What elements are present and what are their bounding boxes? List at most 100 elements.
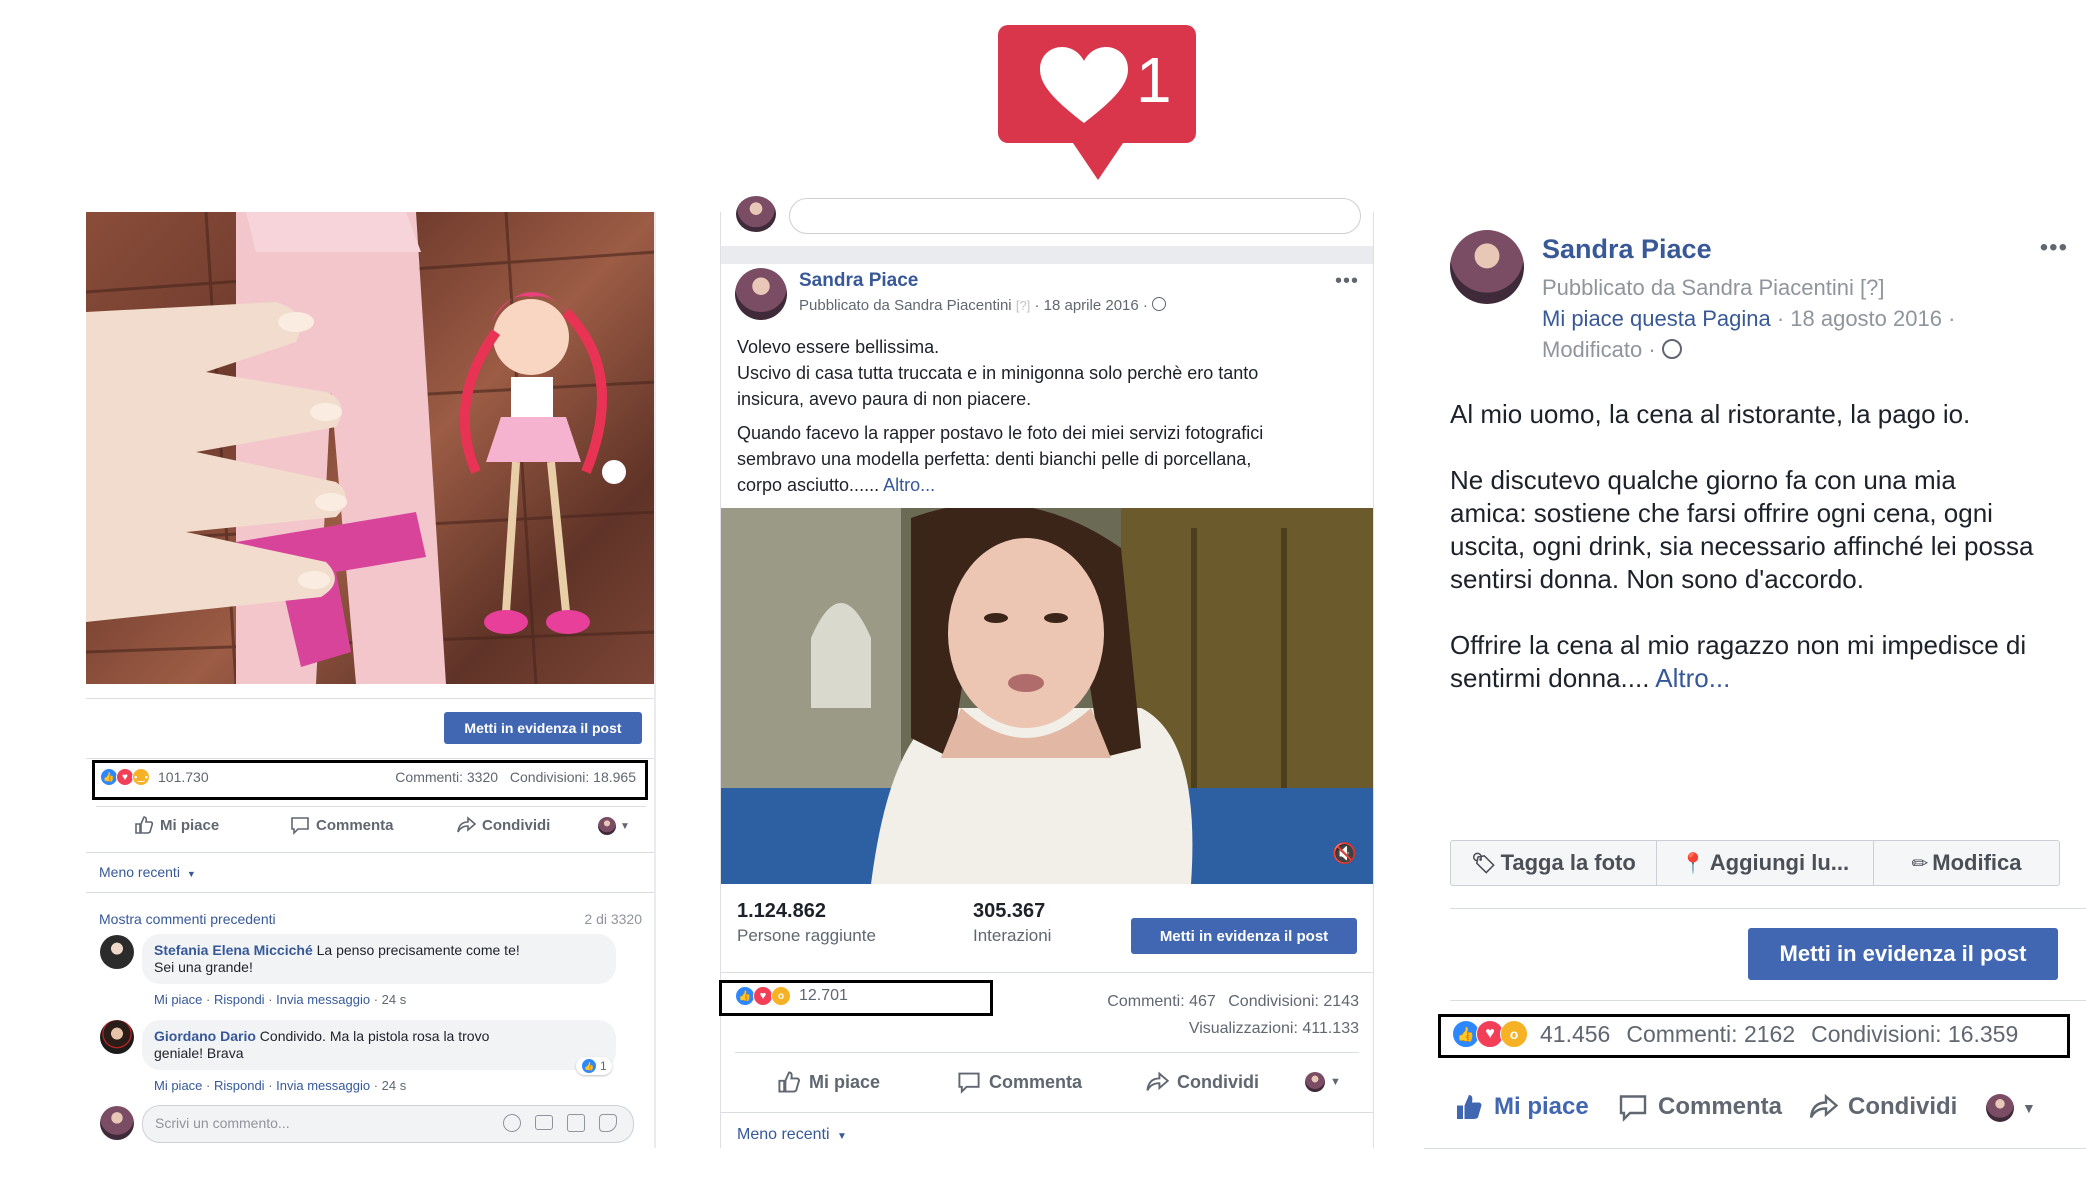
previous-comment-input[interactable]: [789, 198, 1361, 234]
show-previous-comments[interactable]: Mostra commenti precedenti: [99, 911, 276, 927]
post-text-line: Ne discutevo qualche giorno fa con una m…: [1450, 465, 1956, 495]
shares-count[interactable]: Condivisioni: 16.359: [1811, 1021, 2018, 1048]
avatar: [736, 196, 776, 232]
post-text-line: Quando facevo la rapper postavo le foto …: [737, 423, 1264, 443]
comments-count[interactable]: Commenti: 3320: [395, 769, 498, 785]
comment-message-link[interactable]: Invia messaggio: [276, 1078, 370, 1093]
comment-reply-link[interactable]: Rispondi: [214, 1078, 265, 1093]
comment-action-button[interactable]: Commenta: [290, 815, 394, 835]
audience-selector[interactable]: ▼: [1986, 1094, 2036, 1122]
see-more-link[interactable]: Altro...: [883, 475, 935, 495]
tag-photo-button[interactable]: 🏷 Tagga la foto: [1451, 841, 1657, 885]
post-author[interactable]: Sandra Piace: [1542, 234, 1712, 265]
post-card-1: Metti in evidenza il post 👍 ♥ •‿• 101.73…: [86, 212, 656, 1148]
post-text-line: amica: sostiene che farsi offrire ogni c…: [1450, 498, 1993, 528]
audience-selector[interactable]: ▼: [598, 817, 630, 835]
heart-icon: [1040, 47, 1128, 123]
notification-count: 1: [1136, 44, 1172, 116]
published-by[interactable]: Pubblicato da Sandra Piacentini: [799, 297, 1012, 314]
comment-message-link[interactable]: Invia messaggio: [276, 992, 370, 1007]
published-by[interactable]: Pubblicato da Sandra Piacentini: [1542, 275, 1854, 300]
camera-icon[interactable]: [535, 1115, 553, 1130]
mute-icon[interactable]: 🔇: [1332, 841, 1357, 866]
edited-label[interactable]: Modificato ·: [1542, 337, 1656, 362]
comment-like-badge[interactable]: 👍 1: [576, 1057, 612, 1075]
like-action-button[interactable]: Mi piace: [777, 1070, 880, 1094]
boost-post-button[interactable]: Metti in evidenza il post: [444, 712, 642, 744]
post-text-line: Offrire la cena al mio ragazzo non mi im…: [1450, 630, 2027, 660]
add-location-button[interactable]: 📍 Aggiungi lu...: [1657, 841, 1874, 885]
comment-label: Commenta: [1658, 1093, 1783, 1120]
share-action-button[interactable]: Condividi: [1145, 1070, 1259, 1094]
chevron-down-icon: ▼: [2022, 1100, 2036, 1116]
comment-like-link[interactable]: Mi piace: [154, 1078, 202, 1093]
share-icon: [457, 816, 476, 833]
post-date[interactable]: · 18 agosto 2016 ·: [1777, 306, 1956, 331]
comment-text: Giordano Dario Condivido. Ma la pistola …: [154, 1028, 594, 1062]
share-action-button[interactable]: Condividi: [456, 815, 550, 835]
comment-filter[interactable]: Meno recenti ▼: [99, 864, 196, 880]
comment-action-button[interactable]: Commenta: [1618, 1092, 1782, 1122]
reactions-count: 41.456: [1540, 1020, 1611, 1047]
avatar: [100, 1106, 134, 1140]
audience-selector[interactable]: ▼: [1305, 1072, 1341, 1092]
reactions-summary[interactable]: 👍 ♥ o 12.701: [735, 986, 848, 1006]
love-reaction-icon: ♥: [753, 986, 773, 1006]
comment-input[interactable]: Scrivi un commento...: [142, 1105, 634, 1143]
post-photo[interactable]: [86, 212, 656, 684]
filter-label: Meno recenti: [737, 1126, 830, 1143]
help-marker[interactable]: [?]: [1860, 275, 1884, 300]
location-label: Aggiungi lu...: [1709, 850, 1850, 875]
comments-count[interactable]: Commenti: 467: [1107, 993, 1216, 1010]
share-icon: [1146, 1071, 1169, 1091]
comment-line: La penso precisamente come te!: [316, 942, 520, 958]
like-action-button[interactable]: Mi piace: [134, 815, 219, 835]
comments-count[interactable]: Commenti: 2162: [1626, 1021, 1795, 1048]
sad-reaction-icon: •‿•: [132, 768, 150, 786]
reactions-summary[interactable]: 👍 ♥ •‿• 101.730: [100, 768, 209, 786]
commenter-avatar[interactable]: [100, 1020, 134, 1054]
post-date[interactable]: 18 aprile 2016: [1044, 297, 1139, 314]
post-card-2: Sandra Piace Pubblicato da Sandra Piacen…: [719, 196, 1374, 1148]
post-options-icon[interactable]: •••: [1335, 270, 1359, 293]
views-count[interactable]: Visualizzazioni: 411.133: [1189, 1020, 1359, 1037]
post-text-line: insicura, avevo paura di non piacere.: [737, 389, 1032, 409]
post-author[interactable]: Sandra Piace: [799, 270, 918, 292]
shares-count[interactable]: Condivisioni: 2143: [1228, 993, 1359, 1010]
post-text-line: sembravo una modella perfetta: denti bia…: [737, 449, 1252, 469]
post-text: Volevo essere bellissima. Uscivo di casa…: [737, 334, 1357, 498]
page-avatar[interactable]: [735, 268, 787, 320]
help-marker[interactable]: [?]: [1016, 298, 1030, 313]
page-avatar[interactable]: [1450, 230, 1524, 304]
thumbs-up-icon: [135, 816, 154, 834]
comment-author[interactable]: Giordano Dario: [154, 1028, 256, 1044]
globe-icon: [1661, 339, 1682, 359]
comment-line: geniale! Brava: [154, 1045, 244, 1061]
sticker-icon[interactable]: [599, 1114, 617, 1132]
comment-icon: [958, 1072, 980, 1094]
comment-reply-link[interactable]: Rispondi: [214, 992, 265, 1007]
shares-count[interactable]: Condivisioni: 18.965: [510, 769, 636, 785]
commenter-avatar[interactable]: [100, 935, 134, 969]
post-options-icon[interactable]: •••: [2040, 234, 2068, 262]
boost-post-button[interactable]: Metti in evidenza il post: [1748, 928, 2058, 980]
reactions-count: 12.701: [799, 987, 848, 1004]
comment-action-button[interactable]: Commenta: [957, 1070, 1082, 1094]
comment-like-link[interactable]: Mi piace: [154, 992, 202, 1007]
boost-post-button[interactable]: Metti in evidenza il post: [1131, 918, 1357, 954]
comment-time: 24 s: [381, 992, 407, 1007]
reach-label: Persone raggiunte: [737, 926, 876, 945]
like-action-button[interactable]: Mi piace: [1454, 1092, 1589, 1122]
gif-icon[interactable]: [567, 1114, 585, 1132]
emoji-icon[interactable]: [503, 1114, 521, 1132]
reactions-summary[interactable]: 👍 ♥ o 41.456 Commenti: 2162 Condivisioni…: [1452, 1020, 2018, 1048]
like-reaction-icon: 👍: [735, 986, 755, 1006]
comment-author[interactable]: Stefania Elena Micciché: [154, 942, 313, 958]
see-more-link[interactable]: Altro...: [1655, 663, 1730, 693]
comment-filter[interactable]: Meno recenti ▼: [737, 1126, 847, 1144]
post-video[interactable]: 🔇: [721, 508, 1373, 884]
edit-button[interactable]: ✏ Modifica: [1874, 841, 2059, 885]
thumbs-up-icon: [1457, 1095, 1482, 1119]
share-action-button[interactable]: Condividi: [1808, 1092, 1957, 1122]
like-page-link[interactable]: Mi piace questa Pagina: [1542, 306, 1771, 331]
